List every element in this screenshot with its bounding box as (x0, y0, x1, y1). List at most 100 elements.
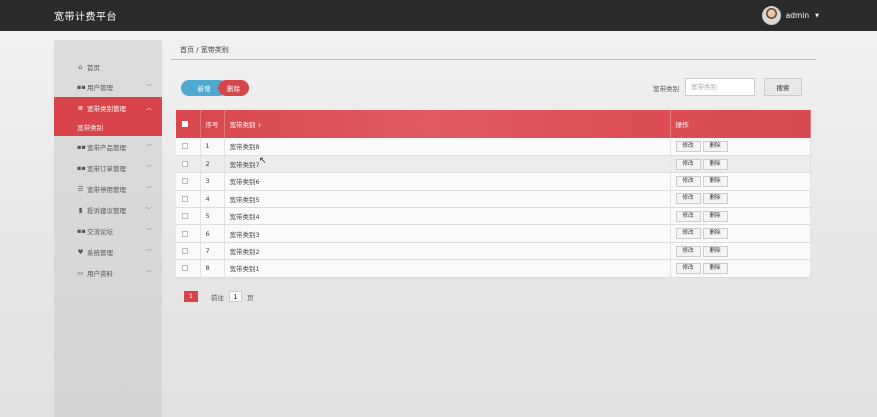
mouse-cursor-icon: ↖ (259, 156, 267, 166)
row-checkbox[interactable] (182, 230, 188, 237)
row-no: 1 (200, 138, 225, 156)
row-checkbox[interactable] (182, 213, 188, 220)
chevron-down-icon[interactable]: ﹀ (146, 226, 152, 235)
row-checkbox[interactable] (182, 195, 188, 202)
chevron-down-icon[interactable]: ﹀ (146, 205, 152, 214)
row-checkbox[interactable] (182, 178, 188, 185)
table-header-row: 序号 宽带类别 ⇕ 操作 (176, 110, 811, 138)
row-check-cell (176, 207, 201, 226)
row-ops: 修改 删除 (670, 138, 811, 156)
sort-icon[interactable]: ⇕ (258, 123, 262, 129)
delete-button[interactable]: 删除 (702, 140, 728, 152)
row-name: 宽带类别7 (224, 155, 671, 174)
list-icon: ≣ (77, 103, 84, 112)
sidebar-item-label: 用户资料 (87, 269, 113, 278)
table-row: 2 宽带类别7 修改 删除 (176, 155, 811, 174)
select-all-checkbox[interactable] (182, 121, 188, 127)
delete-button[interactable]: 删除 (702, 158, 728, 170)
category-search-input[interactable] (685, 78, 755, 96)
app-title: 宽带计费平台 (54, 12, 117, 23)
sidebar-item-7[interactable]: ♥ 系统管理 ﹀ (54, 241, 162, 262)
delete-button[interactable]: 删除 (702, 210, 728, 222)
row-name: 宽带类别5 (224, 190, 671, 209)
caret-down-icon[interactable]: ▼ (815, 13, 819, 19)
row-ops: 修改 删除 (670, 242, 811, 261)
edit-button[interactable]: 修改 (675, 262, 701, 274)
sidebar-item-label: 系统管理 (87, 248, 113, 257)
chevron-down-icon[interactable]: ﹀ (146, 247, 152, 256)
username[interactable]: admin (786, 11, 810, 20)
row-checkbox[interactable] (182, 143, 188, 150)
sidebar-item-label: 投诉建议管理 (87, 206, 126, 215)
row-name: 宽带类别3 (224, 224, 671, 243)
row-no: 8 (200, 259, 225, 278)
row-name: 宽带类别2 (224, 242, 671, 261)
chevron-down-icon[interactable]: ﹀ (146, 268, 152, 277)
row-checkbox[interactable] (182, 265, 188, 272)
home-icon: ⌂ (78, 62, 83, 71)
bar-chart-icon: ▮ (78, 205, 83, 214)
sidebar-item-8[interactable]: ▭ 用户资料 ﹀ (54, 262, 162, 283)
table-row: 7 宽带类别2 修改 删除 (176, 242, 811, 261)
sidebar-subitem-category[interactable]: 宽带类别 (54, 118, 162, 136)
sidebar-item-lbl: ▪▪ 宽带订单管理 (77, 163, 126, 173)
edit-button[interactable]: 修改 (675, 175, 701, 187)
edit-button[interactable]: 修改 (675, 158, 701, 170)
table-row: 1 宽带类别8 修改 删除 (176, 138, 811, 156)
avatar[interactable] (761, 6, 781, 25)
chevron-down-icon[interactable]: ﹀ (146, 184, 152, 193)
table-row: 3 宽带类别6 修改 删除 (176, 172, 811, 191)
sidebar-item-1[interactable]: ≣ 宽带类别管理 ︿ (54, 97, 162, 118)
table-row: 6 宽带类别3 修改 删除 (176, 224, 811, 243)
goto-prefix: 前往 (211, 293, 224, 302)
delete-button[interactable]: 删除 (702, 245, 728, 257)
header-name[interactable]: 宽带类别 ⇕ (224, 110, 671, 138)
row-check-cell (176, 172, 201, 191)
row-checkbox[interactable] (182, 248, 188, 255)
chevron-up-icon[interactable]: ︿ (146, 103, 152, 112)
sidebar-item-5[interactable]: ▮ 投诉建议管理 ﹀ (54, 199, 162, 220)
goto-suffix: 页 (247, 293, 254, 302)
grid-icon: ▪▪ (77, 142, 86, 151)
goto-page-input[interactable] (229, 291, 242, 302)
row-ops: 修改 删除 (670, 155, 811, 174)
sidebar-item-0[interactable]: ▪▪ 用户管理 ﹀ (54, 76, 162, 97)
sidebar-item-label: 宽带类别管理 (87, 104, 126, 113)
edit-button[interactable]: 修改 (675, 210, 701, 222)
sidebar-item-4[interactable]: ☰ 宽带停用管理 ﹀ (54, 178, 162, 199)
sidebar-item-2[interactable]: ▪▪ 宽带产品管理 ﹀ (54, 136, 162, 157)
row-name: 宽带类别4 (224, 207, 671, 226)
sidebar-home-label: 首页 (87, 63, 100, 72)
chevron-down-icon[interactable]: ﹀ (146, 142, 152, 151)
sidebar-item-lbl: ▪▪ 宽带产品管理 (77, 142, 126, 152)
user-menu[interactable]: admin ▼ (761, 6, 819, 25)
delete-button[interactable]: 删除 (702, 175, 728, 187)
sidebar-item-3[interactable]: ▪▪ 宽带订单管理 ﹀ (54, 157, 162, 178)
category-table: 序号 宽带类别 ⇕ 操作 1 宽带类别8 修改 删除 2 宽带类别7 修改 删除 3 宽带类别6 修改… (176, 110, 811, 278)
row-check-cell (176, 138, 201, 156)
page-current[interactable]: 1 (184, 291, 198, 302)
sidebar-item-label: 交流论坛 (87, 227, 113, 236)
heart-icon: ♥ (77, 247, 84, 256)
filter-label: 宽带类别 (653, 85, 679, 93)
sidebar-item-lbl: ▪▪ 交流论坛 (77, 226, 113, 236)
row-check-cell (176, 242, 201, 261)
edit-button[interactable]: 修改 (675, 193, 701, 205)
row-ops: 修改 删除 (670, 207, 811, 226)
edit-button[interactable]: 修改 (675, 245, 701, 257)
delete-button[interactable]: 删除 (702, 262, 728, 274)
chevron-down-icon[interactable]: ﹀ (146, 82, 152, 91)
batch-delete-button[interactable]: 删除 (218, 80, 249, 96)
delete-button[interactable]: 删除 (702, 193, 728, 205)
sidebar-item-home[interactable]: ⌂ 首页 (54, 57, 162, 76)
edit-button[interactable]: 修改 (675, 228, 701, 240)
delete-button[interactable]: 删除 (702, 228, 728, 240)
pagination: 1 前往 页 (184, 291, 254, 302)
sidebar-item-label: 宽带订单管理 (87, 164, 126, 173)
sidebar-item-6[interactable]: ▪▪ 交流论坛 ﹀ (54, 220, 162, 241)
row-checkbox[interactable] (182, 161, 188, 168)
chevron-down-icon[interactable]: ﹀ (146, 163, 152, 172)
search-button[interactable]: 搜索 (764, 78, 802, 96)
edit-button[interactable]: 修改 (675, 140, 701, 152)
card-icon: ▭ (77, 268, 84, 277)
